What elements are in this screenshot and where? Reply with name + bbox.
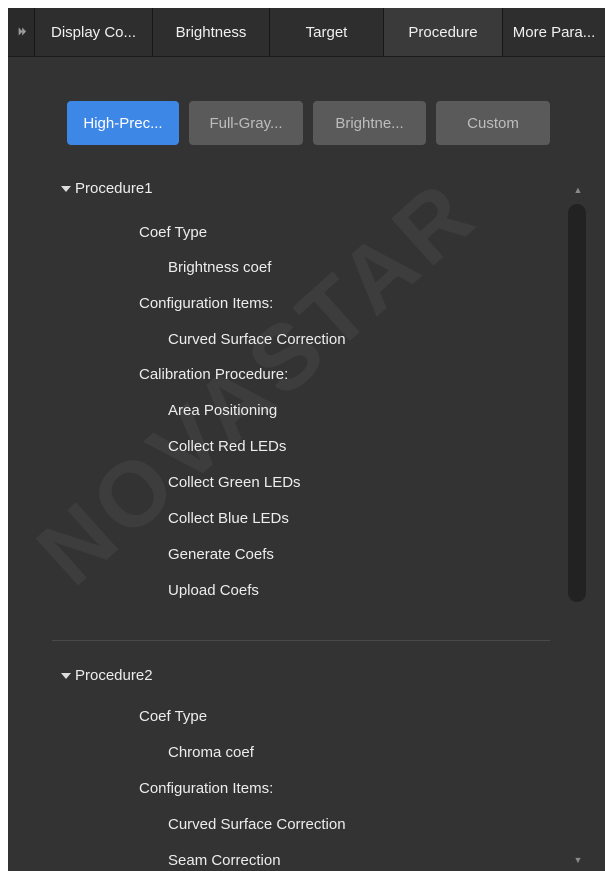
tab-target[interactable]: Target (269, 8, 383, 56)
config-item: Seam Correction (168, 852, 281, 869)
preset-high-precision-button[interactable]: High-Prec... (67, 101, 179, 145)
calibration-step: Collect Blue LEDs (168, 510, 289, 527)
config-items-label: Configuration Items: (139, 780, 274, 797)
preset-full-gray-button[interactable]: Full-Gray... (189, 101, 303, 145)
calibration-step: Generate Coefs (168, 546, 274, 563)
tab-procedure[interactable]: Procedure (383, 8, 502, 56)
procedure1-title[interactable]: Procedure1 (75, 180, 153, 197)
coef-type-value: Chroma coef (168, 744, 254, 761)
procedure2-title[interactable]: Procedure2 (75, 667, 153, 684)
collapse-triangle-icon[interactable] (61, 673, 71, 679)
calibration-step: Upload Coefs (168, 582, 259, 599)
collapse-triangle-icon[interactable] (61, 186, 71, 192)
config-items-label: Configuration Items: (139, 295, 274, 312)
coef-type-label: Coef Type (139, 224, 208, 241)
preset-brightness-button[interactable]: Brightne... (313, 101, 426, 145)
config-item: Curved Surface Correction (168, 331, 346, 348)
calibration-step: Collect Red LEDs (168, 438, 287, 455)
tab-more-parameters[interactable]: More Para... (502, 8, 605, 56)
calibration-step: Area Positioning (168, 402, 278, 419)
tab-scroll-icon[interactable]: ⏵⏵ (8, 8, 34, 56)
tab-display-control[interactable]: Display Co... (34, 8, 152, 56)
calibration-step: Collect Green LEDs (168, 474, 301, 491)
scroll-up-arrow-icon[interactable]: ▲ (568, 182, 588, 198)
coef-type-value: Brightness coef (168, 259, 272, 276)
calibration-procedure-label: Calibration Procedure: (139, 366, 289, 383)
scroll-down-arrow-icon[interactable]: ▼ (568, 852, 588, 868)
tab-brightness[interactable]: Brightness (152, 8, 269, 56)
preset-custom-button[interactable]: Custom (436, 101, 550, 145)
scrollbar-thumb[interactable] (568, 204, 586, 602)
procedure-panel: ⏵⏵ Display Co... Brightness Target Proce… (8, 8, 605, 871)
config-item: Curved Surface Correction (168, 816, 346, 833)
section-divider (52, 640, 550, 641)
tab-bar: ⏵⏵ Display Co... Brightness Target Proce… (8, 8, 605, 57)
coef-type-label: Coef Type (139, 708, 208, 725)
